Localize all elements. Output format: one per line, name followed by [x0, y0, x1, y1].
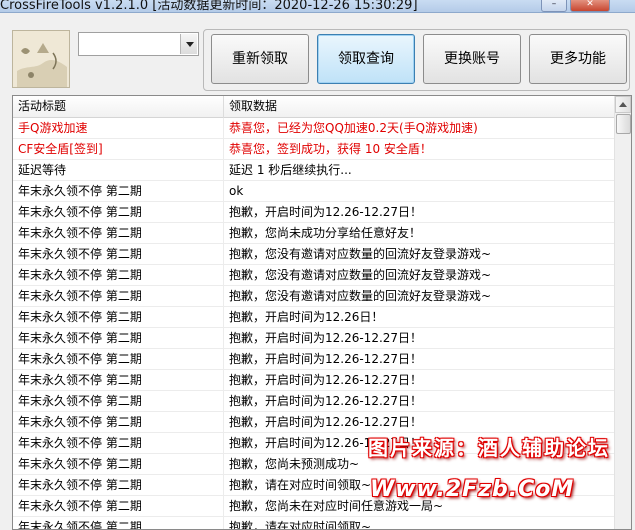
column-header-data[interactable]: 领取数据 — [224, 96, 615, 118]
activity-title-cell: 年末永久领不停 第二期 — [13, 244, 224, 265]
activity-title-cell: 年末永久领不停 第二期 — [13, 517, 224, 529]
activity-title-cell: 年末永久领不停 第二期 — [13, 349, 224, 370]
claim-data-cell: 抱歉，请在对应时间领取~ — [224, 517, 615, 529]
activity-title-cell: 年末永久领不停 第二期 — [13, 454, 224, 475]
list-header: 活动标题 领取数据 — [13, 96, 615, 118]
claim-data-cell: 恭喜您，已经为您QQ加速0.2天(手Q游戏加速) — [224, 118, 615, 139]
claim-data-cell: 抱歉，开启时间为12.26-12.27日！ — [224, 328, 615, 349]
watermark-source-text: 图片来源：酒人辅助论坛 — [368, 436, 610, 460]
window-title: CrossFireTools v1.2.1.0 [活动数据更新时间：2020-1… — [0, 0, 418, 13]
activity-title-cell: 年末永久领不停 第二期 — [13, 433, 224, 454]
activity-title-cell: 年末永久领不停 第二期 — [13, 412, 224, 433]
table-row[interactable]: 年末永久领不停 第二期 ok — [13, 181, 615, 202]
claim-data-cell: 抱歉，开启时间为12.26-12.27日！ — [224, 412, 615, 433]
chevron-up-icon — [619, 102, 627, 107]
activity-title-cell: 延迟等待 — [13, 160, 224, 181]
column-header-title[interactable]: 活动标题 — [13, 96, 224, 118]
activity-list[interactable]: 活动标题 领取数据 手Q游戏加速 恭喜您，已经为您QQ加速0.2天(手Q游戏加速)… — [12, 95, 632, 530]
claim-data-cell: 延迟 1 秒后继续执行... — [224, 160, 615, 181]
claim-data-cell: 抱歉，开启时间为12.26-12.27日！ — [224, 370, 615, 391]
watermark-url-text: Www.2Fzb.CoM — [370, 477, 575, 502]
table-row[interactable]: 年末永久领不停 第二期 抱歉，您尚未成功分享给任意好友！ — [13, 223, 615, 244]
activity-title-cell: 年末永久领不停 第二期 — [13, 265, 224, 286]
close-button[interactable]: ✕ — [570, 0, 610, 12]
activity-title-cell: 年末永久领不停 第二期 — [13, 223, 224, 244]
avatar — [12, 30, 70, 88]
activity-title-cell: 年末永久领不停 第二期 — [13, 181, 224, 202]
scroll-thumb[interactable] — [616, 114, 631, 134]
table-row[interactable]: 年末永久领不停 第二期 抱歉，您没有邀请对应数量的回流好友登录游戏~ — [13, 244, 615, 265]
claim-data-cell: 抱歉，您没有邀请对应数量的回流好友登录游戏~ — [224, 244, 615, 265]
list-rows: 手Q游戏加速 恭喜您，已经为您QQ加速0.2天(手Q游戏加速) CF安全盾[签到] 恭… — [13, 118, 615, 529]
account-select[interactable] — [78, 32, 199, 56]
table-row[interactable]: 年末永久领不停 第二期 抱歉，您没有邀请对应数量的回流好友登录游戏~ — [13, 286, 615, 307]
activity-title-cell: 年末永久领不停 第二期 — [13, 328, 224, 349]
activity-title-cell: 年末永久领不停 第二期 — [13, 370, 224, 391]
activity-title-cell: 年末永久领不停 第二期 — [13, 286, 224, 307]
dropdown-arrow-button[interactable] — [180, 34, 197, 54]
table-row[interactable]: 年末永久领不停 第二期 抱歉，开启时间为12.26-12.27日！ — [13, 328, 615, 349]
activity-title-cell: 手Q游戏加速 — [13, 118, 224, 139]
claim-data-cell: 抱歉，开启时间为12.26-12.27日！ — [224, 349, 615, 370]
activity-title-cell: 年末永久领不停 第二期 — [13, 202, 224, 223]
vertical-scrollbar[interactable] — [614, 96, 631, 529]
chevron-down-icon — [186, 42, 194, 47]
claim-data-cell: 抱歉，您尚未成功分享给任意好友！ — [224, 223, 615, 244]
claim-data-cell: 抱歉，您没有邀请对应数量的回流好友登录游戏~ — [224, 286, 615, 307]
table-row[interactable]: 年末永久领不停 第二期 抱歉，开启时间为12.26-12.27日！ — [13, 391, 615, 412]
table-row[interactable]: 手Q游戏加速 恭喜您，已经为您QQ加速0.2天(手Q游戏加速) — [13, 118, 615, 139]
activity-title-cell: 年末永久领不停 第二期 — [13, 475, 224, 496]
activity-title-cell: CF安全盾[签到] — [13, 139, 224, 160]
avatar-image-icon — [13, 31, 69, 87]
claim-data-cell: ok — [224, 181, 615, 202]
minimize-button[interactable]: – — [541, 0, 567, 12]
claim-data-cell: 抱歉，开启时间为12.26-12.27日！ — [224, 202, 615, 223]
table-row[interactable]: 年末永久领不停 第二期 抱歉，请在对应时间领取~ — [13, 517, 615, 529]
switch-account-button[interactable]: 更换账号 — [423, 34, 521, 84]
scroll-up-button[interactable] — [615, 96, 631, 113]
table-row[interactable]: 延迟等待 延迟 1 秒后继续执行... — [13, 160, 615, 181]
table-row[interactable]: CF安全盾[签到] 恭喜您，签到成功，获得 10 安全盾！ — [13, 139, 615, 160]
activity-title-cell: 年末永久领不停 第二期 — [13, 496, 224, 517]
claim-data-cell: 抱歉，开启时间为12.26-12.27日！ — [224, 391, 615, 412]
reclaim-button[interactable]: 重新领取 — [211, 34, 309, 84]
table-row[interactable]: 年末永久领不停 第二期 抱歉，开启时间为12.26-12.27日！ — [13, 202, 615, 223]
claim-data-cell: 抱歉，您没有邀请对应数量的回流好友登录游戏~ — [224, 265, 615, 286]
activity-title-cell: 年末永久领不停 第二期 — [13, 307, 224, 328]
claim-query-button[interactable]: 领取查询 — [317, 34, 415, 84]
table-row[interactable]: 年末永久领不停 第二期 抱歉，开启时间为12.26-12.27日！ — [13, 370, 615, 391]
table-row[interactable]: 年末永久领不停 第二期 抱歉，开启时间为12.26-12.27日！ — [13, 349, 615, 370]
table-row[interactable]: 年末永久领不停 第二期 抱歉，开启时间为12.26日！ — [13, 307, 615, 328]
claim-data-cell: 恭喜您，签到成功，获得 10 安全盾！ — [224, 139, 615, 160]
more-functions-button[interactable]: 更多功能 — [529, 34, 627, 84]
table-row[interactable]: 年末永久领不停 第二期 抱歉，开启时间为12.26-12.27日！ — [13, 412, 615, 433]
table-row[interactable]: 年末永久领不停 第二期 抱歉，您没有邀请对应数量的回流好友登录游戏~ — [13, 265, 615, 286]
activity-title-cell: 年末永久领不停 第二期 — [13, 391, 224, 412]
claim-data-cell: 抱歉，开启时间为12.26日！ — [224, 307, 615, 328]
title-bar: CrossFireTools v1.2.1.0 [活动数据更新时间：2020-1… — [0, 0, 635, 13]
